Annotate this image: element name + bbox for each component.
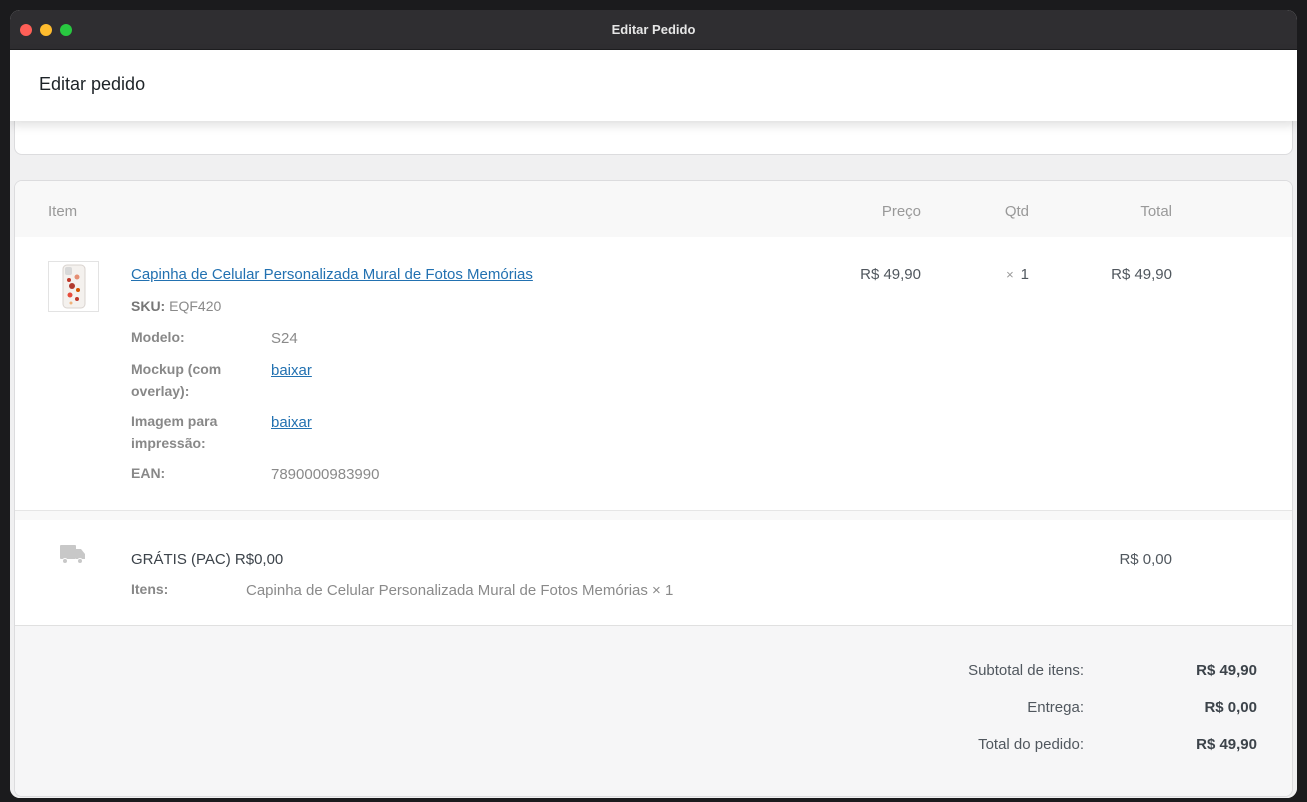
- page-header: Editar pedido: [10, 50, 1297, 121]
- column-header-price[interactable]: Preço: [882, 203, 921, 220]
- mockup-download-link[interactable]: baixar: [271, 360, 312, 382]
- truck-icon: [60, 545, 85, 564]
- app-window: Editar Pedido Editar pedido Item Preço Q…: [10, 10, 1297, 798]
- title-bar: Editar Pedido: [10, 10, 1297, 50]
- meta-value-ean: 7890000983990: [271, 466, 380, 483]
- meta-value-model: S24: [271, 330, 298, 347]
- shipping-cost-label: Entrega:: [1027, 699, 1084, 716]
- item-quantity: × 1: [1006, 266, 1029, 283]
- meta-label-ean: EAN:: [131, 465, 166, 481]
- product-name-link[interactable]: Capinha de Celular Personalizada Mural d…: [131, 266, 533, 283]
- column-header-total[interactable]: Total: [1140, 203, 1172, 220]
- order-item-row: Capinha de Celular Personalizada Mural d…: [15, 237, 1292, 510]
- window-title: Editar Pedido: [611, 22, 696, 37]
- order-total-label: Total do pedido:: [978, 736, 1084, 753]
- item-quantity-value: 1: [1020, 266, 1029, 283]
- sku-label: SKU:: [131, 298, 166, 314]
- print-image-download-link[interactable]: baixar: [271, 412, 312, 434]
- meta-label-model: Modelo:: [131, 329, 185, 345]
- column-header-item[interactable]: Item: [48, 203, 77, 220]
- row-divider: [15, 510, 1292, 520]
- column-header-qty[interactable]: Qtd: [1005, 203, 1029, 220]
- main-content: Item Preço Qtd Total Capinha de Celular …: [10, 101, 1297, 798]
- shipping-row: GRÁTIS (PAC) R$0,00 Itens: Capinha de Ce…: [15, 520, 1292, 626]
- shipping-items-label: Itens:: [131, 581, 169, 597]
- shipping-total: R$ 0,00: [1119, 551, 1172, 568]
- item-price: R$ 49,90: [860, 266, 921, 283]
- item-total: R$ 49,90: [1111, 266, 1172, 283]
- phone-case-icon: [62, 264, 86, 309]
- shipping-items-value: Capinha de Celular Personalizada Mural d…: [246, 582, 674, 599]
- order-total-value: R$ 49,90: [1196, 736, 1257, 753]
- times-icon: ×: [1006, 267, 1014, 282]
- order-items-card: Item Preço Qtd Total Capinha de Celular …: [14, 180, 1293, 797]
- subtotal-label: Subtotal de itens:: [968, 662, 1084, 679]
- sku-value: EQF420: [169, 298, 222, 314]
- product-sku: SKU: EQF420: [131, 298, 221, 314]
- order-totals: Subtotal de itens: R$ 49,90 Entrega: R$ …: [15, 626, 1292, 796]
- product-thumbnail[interactable]: [48, 261, 99, 312]
- page-title: Editar pedido: [39, 74, 146, 94]
- subtotal-value: R$ 49,90: [1196, 662, 1257, 679]
- meta-label-mockup: Mockup (com overlay):: [131, 361, 222, 399]
- shipping-method-name: GRÁTIS (PAC) R$0,00: [131, 551, 284, 568]
- table-header: Item Preço Qtd Total: [15, 181, 1292, 237]
- meta-label-print-image: Imagem para impressão:: [131, 413, 218, 451]
- shipping-cost-value: R$ 0,00: [1204, 699, 1257, 716]
